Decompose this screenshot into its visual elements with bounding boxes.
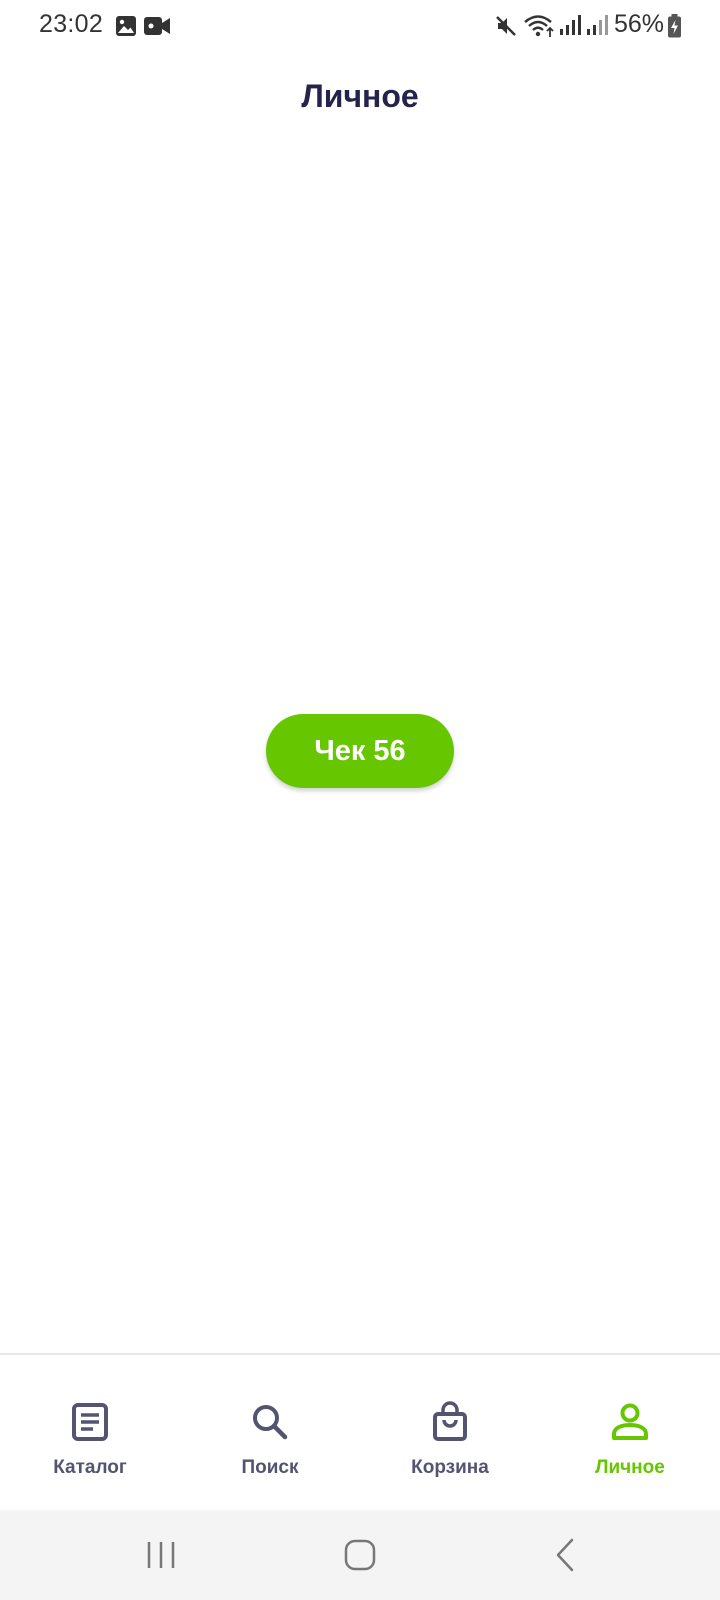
shopping-bag-icon [433, 1401, 467, 1441]
video-camera-icon [144, 17, 170, 35]
signal-icon-2 [587, 15, 608, 35]
signal-icon [560, 15, 581, 35]
wifi-icon [524, 15, 554, 37]
status-bar: 23:02 56% [0, 0, 720, 54]
nav-item-personal[interactable]: Личное [540, 1355, 720, 1511]
check-button[interactable]: Чек 56 [266, 714, 454, 788]
page-title: Личное [301, 78, 419, 114]
recent-apps-icon[interactable] [131, 1530, 191, 1580]
battery-percent: 56% [614, 10, 665, 38]
catalog-icon [72, 1403, 108, 1441]
bottom-navigation: Каталог Поиск Корзина Личное [0, 1353, 720, 1511]
nav-item-search[interactable]: Поиск [180, 1355, 360, 1511]
mute-icon [496, 16, 516, 36]
search-icon [253, 1405, 288, 1440]
image-icon [116, 16, 136, 36]
nav-label-catalog: Каталог [53, 1457, 127, 1478]
home-icon[interactable] [330, 1530, 390, 1580]
user-icon [612, 1403, 648, 1440]
nav-item-catalog[interactable]: Каталог [0, 1355, 180, 1511]
nav-item-cart[interactable]: Корзина [360, 1355, 540, 1511]
status-time: 23:02 [39, 10, 104, 38]
back-icon[interactable] [534, 1530, 594, 1580]
system-navigation-bar [0, 1510, 720, 1600]
battery-charging-icon [668, 14, 681, 38]
nav-label-cart: Корзина [411, 1457, 489, 1478]
nav-label-search: Поиск [241, 1457, 299, 1478]
nav-label-personal: Личное [595, 1457, 665, 1478]
